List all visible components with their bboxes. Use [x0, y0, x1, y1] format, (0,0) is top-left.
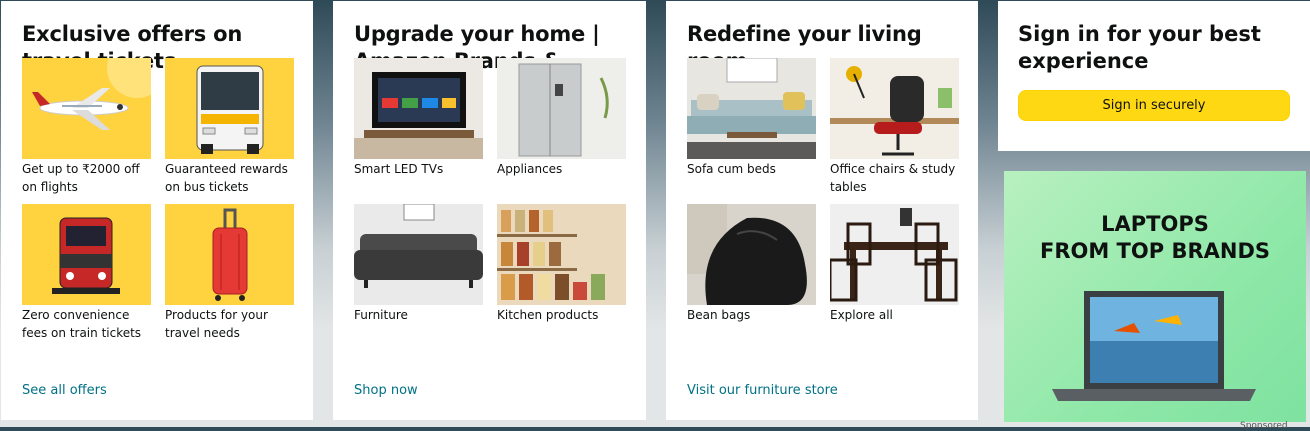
tile-travel-products[interactable]: Products for your travel needs — [165, 204, 294, 350]
dining-set-image — [830, 204, 959, 305]
tile-office-chairs[interactable]: Office chairs & study tables — [830, 58, 959, 204]
card-upgrade-home: Upgrade your home | Amazon Brands & more… — [333, 1, 646, 420]
tile-caption: Products for your travel needs — [165, 308, 268, 340]
bus-image — [165, 58, 294, 159]
sponsored-label: Sponsored — [1240, 421, 1288, 431]
tile-appliances[interactable]: Appliances — [497, 58, 626, 204]
tile-bean-bags[interactable]: Bean bags — [687, 204, 816, 350]
tile-furniture[interactable]: Furniture — [354, 204, 483, 350]
tile-kitchen-products[interactable]: Kitchen products — [497, 204, 626, 350]
tile-caption: Explore all — [830, 308, 893, 322]
laptops-ad[interactable]: LAPTOPS FROM TOP BRANDS — [1004, 171, 1306, 422]
tile-sofa-cum-beds[interactable]: Sofa cum beds — [687, 58, 816, 204]
airplane-image — [22, 58, 151, 159]
tile-caption: Get up to ₹2000 off on flights — [22, 162, 140, 194]
tile-caption: Zero convenience fees on train tickets — [22, 308, 142, 340]
tile-trains[interactable]: Zero convenience fees on train tickets — [22, 204, 151, 350]
signin-title: Sign in for your best experience — [1018, 22, 1261, 73]
sofa-bed-image — [687, 58, 816, 159]
tile-caption: Sofa cum beds — [687, 162, 776, 176]
tile-caption: Furniture — [354, 308, 408, 322]
tile-caption: Guaranteed rewards on bus tickets — [165, 162, 288, 194]
tile-caption: Kitchen products — [497, 308, 599, 322]
tile-bus[interactable]: Guaranteed rewards on bus tickets — [165, 58, 294, 204]
train-image — [22, 204, 151, 305]
signin-button[interactable]: Sign in securely — [1018, 90, 1290, 121]
jars-image — [497, 204, 626, 305]
see-all-offers-link[interactable]: See all offers — [22, 383, 107, 398]
tile-explore-all[interactable]: Explore all — [830, 204, 959, 350]
fridge-image — [497, 58, 626, 159]
card-travel-offers: Exclusive offers on travel tickets Get u… — [1, 1, 313, 420]
office-chair-image — [830, 58, 959, 159]
sofa-image — [354, 204, 483, 305]
shop-now-link[interactable]: Shop now — [354, 383, 418, 398]
bean-bag-image — [687, 204, 816, 305]
signin-card: Sign in for your best experience Sign in… — [998, 1, 1310, 151]
tile-flights[interactable]: Get up to ₹2000 off on flights — [22, 58, 151, 204]
card-living-room: Redefine your living room Sofa cum beds — [666, 1, 978, 420]
furniture-store-link[interactable]: Visit our furniture store — [687, 383, 838, 398]
tv-image — [354, 58, 483, 159]
tile-caption: Office chairs & study tables — [830, 162, 956, 194]
tile-caption: Appliances — [497, 162, 563, 176]
tile-caption: Bean bags — [687, 308, 751, 322]
suitcase-image — [165, 204, 294, 305]
tile-caption: Smart LED TVs — [354, 162, 444, 176]
laptop-image — [1052, 291, 1256, 401]
tile-smart-tvs[interactable]: Smart LED TVs — [354, 58, 483, 204]
